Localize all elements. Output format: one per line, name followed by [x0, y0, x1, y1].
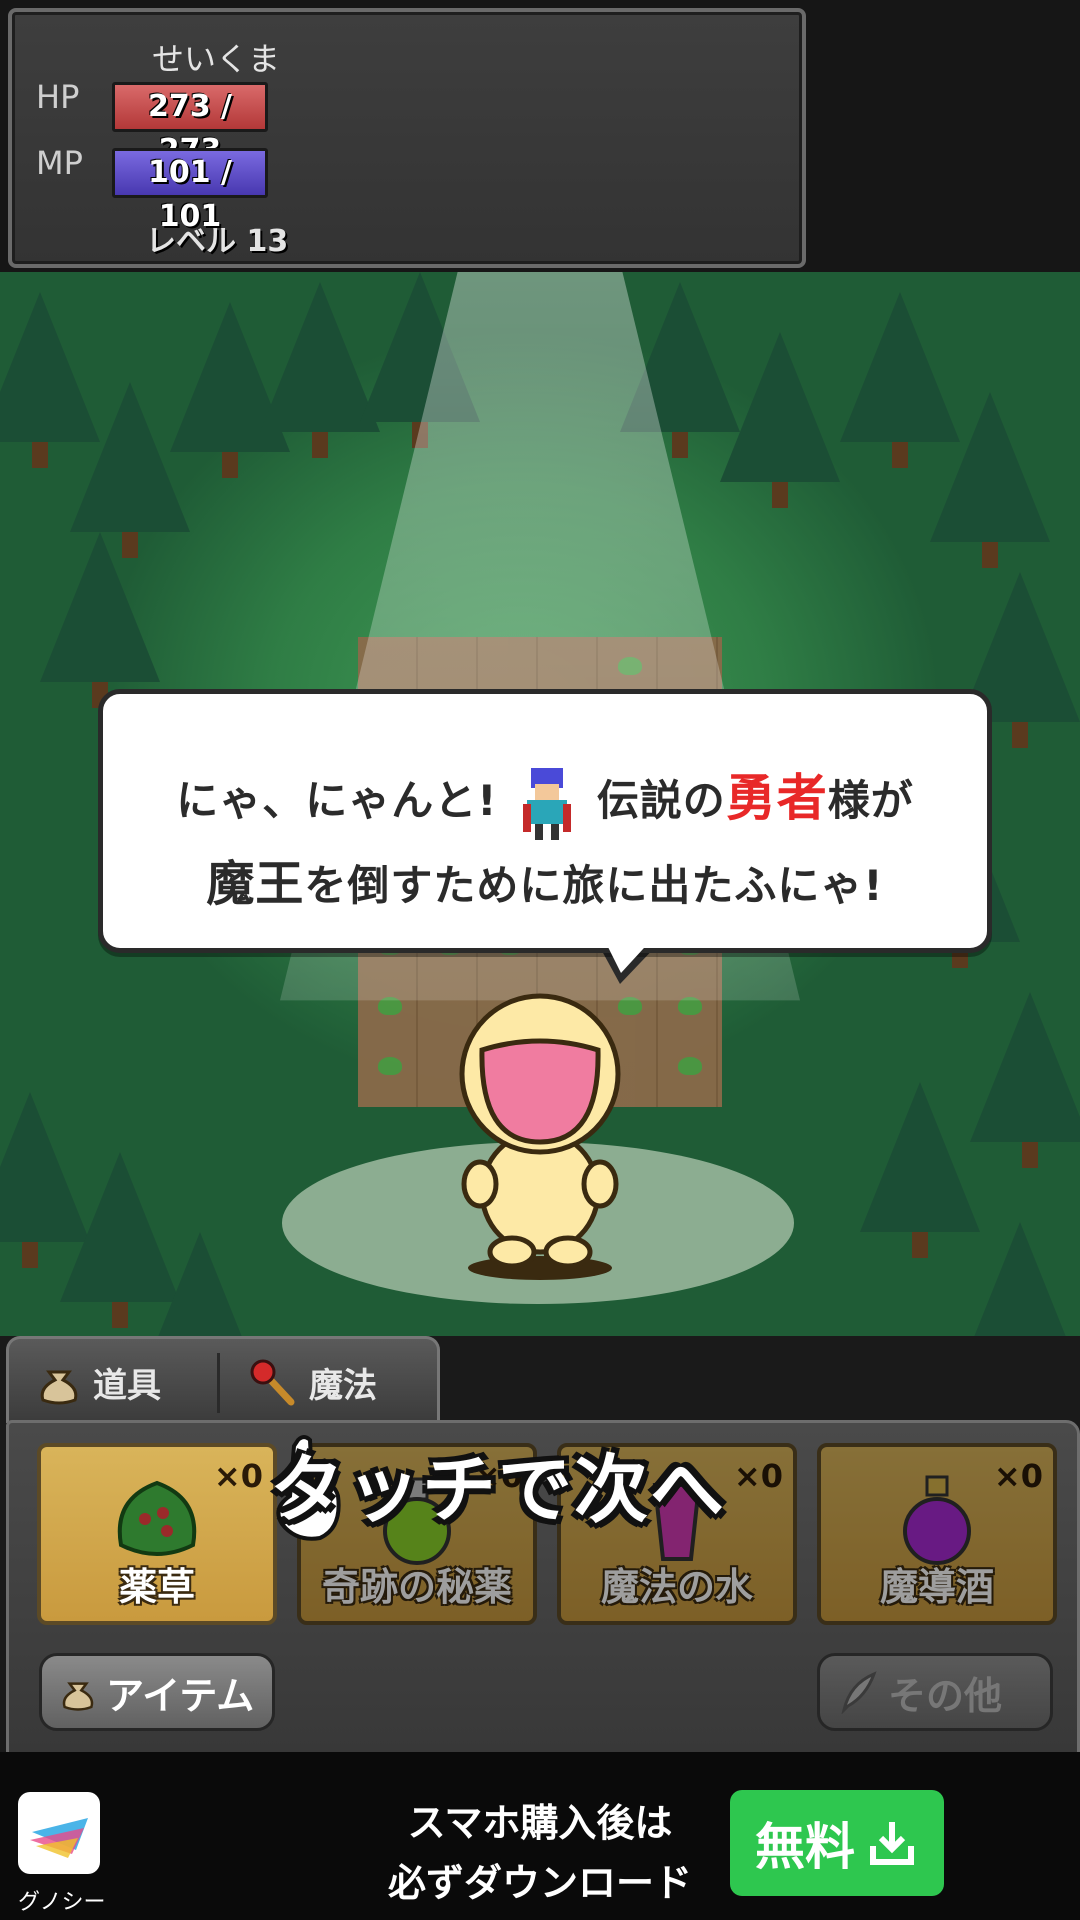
dialog-text-b: 様が: [827, 776, 914, 825]
other-button-label: その他: [888, 1673, 1003, 1718]
tree: [40, 532, 160, 708]
tree: [970, 992, 1080, 1168]
item-count: ×0: [213, 1457, 263, 1495]
menu-tabs: 道具 魔法: [6, 1336, 440, 1423]
items-button-label: アイテム: [106, 1673, 255, 1718]
wand-icon: [250, 1359, 295, 1406]
player-level: レベル 13: [146, 224, 289, 259]
tree: [930, 392, 1050, 568]
ad-banner[interactable]: グノシー スマホ購入後は 必ずダウンロード 無料: [0, 1752, 1080, 1920]
tree: [860, 1082, 980, 1258]
tab-divider: [217, 1353, 220, 1413]
dialog-exclaim: にゃ、にゃんと!: [176, 776, 498, 825]
mascot-character: [459, 993, 621, 1280]
status-panel: せいくま HP 273 / 273 MP 101 / 101 レベル 13: [8, 8, 806, 268]
items-button[interactable]: アイテム: [39, 1653, 275, 1731]
item-count: ×0: [993, 1457, 1043, 1495]
hero-sprite-icon: [523, 767, 572, 840]
mp-label: MP: [36, 144, 83, 182]
dialog-line-1: にゃ、にゃんと! 伝説の勇者様が: [103, 758, 987, 840]
download-icon: [870, 1822, 914, 1865]
item-name: 薬草: [118, 1565, 195, 1609]
herb-icon: [117, 1480, 197, 1556]
tab-items-label: 道具: [93, 1365, 161, 1406]
game-scene[interactable]: にゃ、にゃんと! 伝説の勇者様が 魔王を倒すために旅に出たふにゃ!: [0, 272, 1080, 1428]
mp-bar: 101 / 101: [112, 148, 268, 234]
tab-items[interactable]: 道具: [35, 1345, 161, 1419]
status-area: せいくま HP 273 / 273 MP 101 / 101 レベル 13: [0, 0, 1080, 272]
touch-to-continue-hint[interactable]: タッチで次へ: [270, 1430, 726, 1537]
dialog-text-a: 伝説の: [596, 776, 726, 825]
dialog-highlight-hero: 勇者: [725, 769, 828, 827]
quill-icon: [841, 1671, 877, 1714]
dialog-text-rest: を倒すために旅に出たふにゃ!: [304, 861, 884, 910]
player-name: せいくま: [152, 40, 281, 78]
tab-magic[interactable]: 魔法: [247, 1345, 377, 1419]
tree: [720, 332, 840, 508]
item-card-elixir[interactable]: ×0 魔導酒: [817, 1443, 1057, 1625]
speech-bubble-tail-inner: [603, 937, 654, 973]
tab-magic-label: 魔法: [309, 1365, 377, 1406]
inventory-menu: 道具 魔法 ×0 薬草 ×0 奇跡の秘薬 ×0 魔法の水 ×0 魔導酒 アイテム…: [0, 1336, 1080, 1758]
item-name: 魔法の水: [600, 1565, 753, 1609]
dialog-demon-king: 魔王: [206, 856, 305, 912]
item-count: ×0: [733, 1457, 783, 1495]
hp-bar: 273 / 273: [112, 82, 268, 168]
elixir-icon: [903, 1475, 971, 1565]
dialog-line-2: 魔王を倒すために旅に出たふにゃ!: [103, 844, 987, 914]
speech-bubble[interactable]: にゃ、にゃんと! 伝説の勇者様が 魔王を倒すために旅に出たふにゃ!: [98, 689, 992, 953]
item-name: 魔導酒: [879, 1565, 994, 1609]
hp-label: HP: [36, 78, 80, 116]
other-button[interactable]: その他: [817, 1653, 1053, 1731]
bag-icon: [40, 1370, 78, 1405]
item-card-herb[interactable]: ×0 薬草: [37, 1443, 277, 1625]
ad-cta-label: 無料: [755, 1818, 855, 1876]
bag-icon: [62, 1682, 94, 1711]
item-name: 奇跡の秘薬: [321, 1565, 512, 1609]
ad-download-button[interactable]: 無料: [730, 1790, 944, 1896]
